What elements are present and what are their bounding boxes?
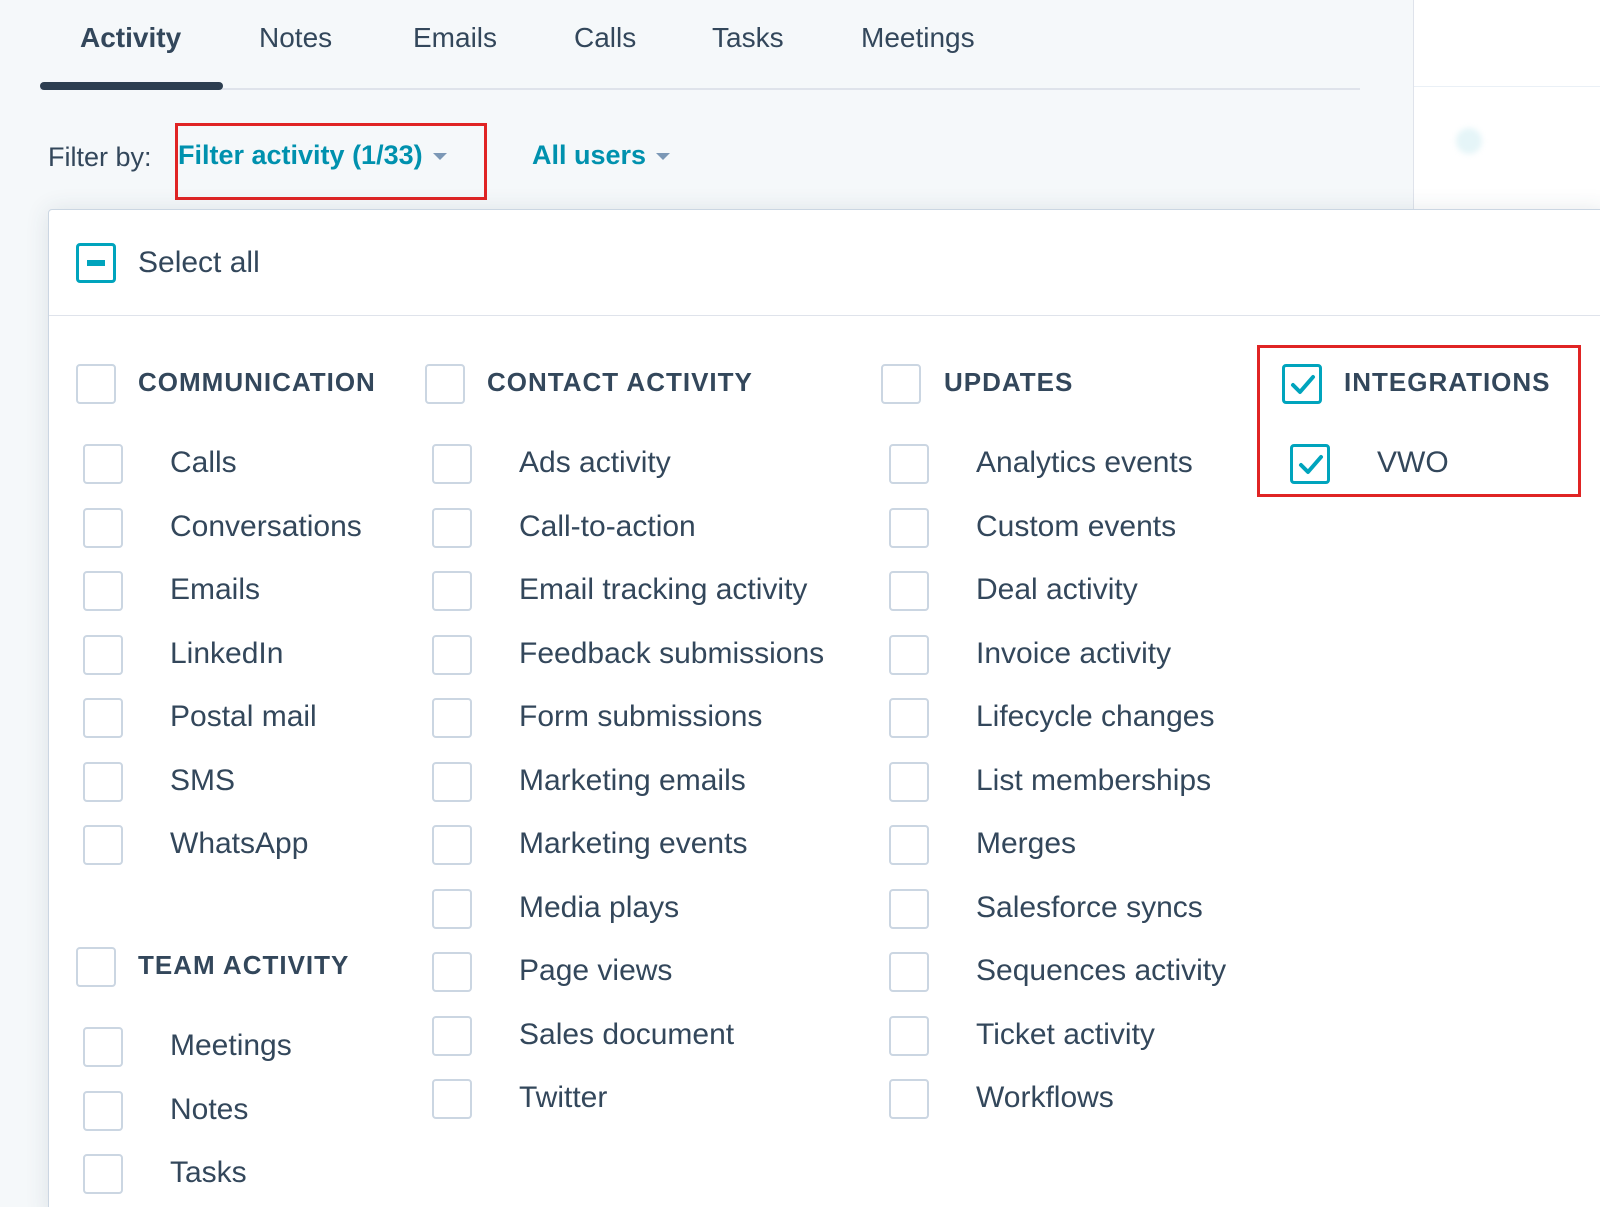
filter-label-email-tracking-activity: Email tracking activity (519, 573, 808, 606)
filter-label-calls: Calls (170, 446, 237, 479)
filter-label-sms: SMS (170, 763, 236, 797)
filter-checkbox-form-submissions[interactable] (432, 698, 472, 738)
filter-label-list-memberships: List memberships (976, 763, 1212, 797)
sidebar-divider (1414, 86, 1600, 87)
indeterminate-icon (87, 260, 105, 266)
filter-label-emails: Emails (170, 573, 261, 606)
select-all-checkbox[interactable] (76, 243, 116, 283)
filter-checkbox-marketing-emails[interactable] (432, 761, 472, 802)
filter-checkbox-list-memberships[interactable] (889, 761, 929, 802)
category-checkbox-updates[interactable] (881, 364, 921, 404)
blurred-sidebar-heading (1506, 124, 1600, 154)
filter-checkbox-merges[interactable] (889, 825, 929, 865)
highlight-box-integrations (1257, 345, 1581, 497)
filter-label-merges: Merges (976, 827, 1077, 860)
filter-checkbox-notes[interactable] (83, 1090, 123, 1131)
filter-checkbox-analytics-events[interactable] (889, 444, 929, 484)
filter-checkbox-sequences-activity[interactable] (889, 952, 929, 992)
filter-checkbox-meetings[interactable] (83, 1027, 123, 1067)
filter-checkbox-workflows[interactable] (889, 1079, 929, 1119)
filter-checkbox-page-views[interactable] (432, 952, 472, 992)
filter-label-ads-activity: Ads activity (519, 446, 671, 479)
category-title-updates: UPDATES (944, 367, 1074, 397)
blurred-icon (1456, 128, 1482, 154)
filter-label-feedback-submissions: Feedback submissions (519, 636, 825, 670)
filter-label-page-views: Page views (519, 954, 673, 987)
highlight-box-filter (175, 123, 487, 200)
tab-meetings[interactable]: Meetings (861, 22, 975, 54)
filter-label-postal-mail: Postal mail (170, 700, 317, 733)
filter-checkbox-linkedin[interactable] (83, 634, 123, 675)
filter-checkbox-postal-mail[interactable] (83, 698, 123, 738)
filter-checkbox-call-to-action[interactable] (432, 507, 472, 548)
filter-label-conversations: Conversations (170, 509, 362, 543)
filter-label-salesforce-syncs: Salesforce syncs (976, 890, 1203, 924)
caret-down-icon (656, 153, 671, 161)
filter-checkbox-conversations[interactable] (83, 507, 123, 548)
filter-checkbox-salesforce-syncs[interactable] (889, 888, 929, 929)
filter-checkbox-media-plays[interactable] (432, 888, 472, 929)
filter-label-form-submissions: Form submissions (519, 700, 763, 733)
category-checkbox-team-activity[interactable] (76, 947, 116, 987)
filter-by-label: Filter by: (48, 142, 152, 172)
filter-label-notes: Notes (170, 1092, 249, 1126)
active-tab-indicator (40, 82, 223, 90)
filter-label-twitter: Twitter (519, 1081, 608, 1114)
filter-label-sequences-activity: Sequences activity (976, 954, 1227, 987)
filter-checkbox-deal-activity[interactable] (889, 571, 929, 611)
filter-checkbox-twitter[interactable] (432, 1079, 472, 1119)
select-all-label: Select all (138, 246, 260, 279)
filter-label-marketing-events: Marketing events (519, 827, 748, 860)
filter-label-sales-document: Sales document (519, 1017, 735, 1051)
filter-checkbox-sms[interactable] (83, 761, 123, 802)
filter-label-tasks: Tasks (170, 1156, 247, 1189)
filter-label-marketing-emails: Marketing emails (519, 763, 746, 797)
filter-label-whatsapp: WhatsApp (170, 827, 309, 860)
filter-label-custom-events: Custom events (976, 509, 1177, 543)
category-checkbox-contact-activity[interactable] (425, 364, 465, 404)
tab-notes[interactable]: Notes (259, 22, 332, 54)
filter-label-call-to-action: Call-to-action (519, 509, 696, 543)
filter-checkbox-calls[interactable] (83, 444, 123, 484)
all-users-dropdown[interactable]: All users (532, 140, 671, 171)
category-title-communication: COMMUNICATION (138, 367, 376, 397)
tab-calls[interactable]: Calls (574, 22, 636, 54)
filter-checkbox-email-tracking-activity[interactable] (432, 571, 472, 611)
filter-checkbox-ticket-activity[interactable] (889, 1015, 929, 1056)
filter-checkbox-custom-events[interactable] (889, 507, 929, 548)
category-checkbox-communication[interactable] (76, 364, 116, 404)
filter-label-linkedin: LinkedIn (170, 636, 284, 670)
filter-checkbox-marketing-events[interactable] (432, 825, 472, 865)
filter-checkbox-invoice-activity[interactable] (889, 634, 929, 675)
filter-label-analytics-events: Analytics events (976, 446, 1193, 479)
filter-label-media-plays: Media plays (519, 890, 680, 924)
filter-checkbox-feedback-submissions[interactable] (432, 634, 472, 675)
filter-checkbox-whatsapp[interactable] (83, 825, 123, 865)
tab-tasks[interactable]: Tasks (712, 22, 784, 54)
category-title-contact-activity: CONTACT ACTIVITY (487, 367, 753, 397)
tab-activity[interactable]: Activity (80, 22, 181, 54)
record-sidebar (1413, 0, 1600, 210)
tab-emails[interactable]: Emails (413, 22, 497, 54)
blurred-sidebar-text (1456, 4, 1600, 32)
filter-checkbox-sales-document[interactable] (432, 1015, 472, 1056)
filter-label-lifecycle-changes: Lifecycle changes (976, 700, 1215, 733)
filter-label-workflows: Workflows (976, 1081, 1114, 1114)
filter-checkbox-lifecycle-changes[interactable] (889, 698, 929, 738)
filter-label-meetings: Meetings (170, 1029, 292, 1062)
filter-label-ticket-activity: Ticket activity (976, 1017, 1155, 1051)
filter-label-invoice-activity: Invoice activity (976, 636, 1172, 670)
filter-checkbox-tasks[interactable] (83, 1154, 123, 1194)
select-all-row: Select all (49, 210, 1600, 316)
filter-checkbox-ads-activity[interactable] (432, 444, 472, 484)
filter-label-deal-activity: Deal activity (976, 573, 1138, 606)
filter-checkbox-emails[interactable] (83, 571, 123, 611)
all-users-label: All users (532, 140, 647, 170)
category-title-team-activity: TEAM ACTIVITY (138, 950, 350, 980)
activity-tabs: Activity Notes Emails Calls Tasks Meetin… (40, 0, 1360, 90)
